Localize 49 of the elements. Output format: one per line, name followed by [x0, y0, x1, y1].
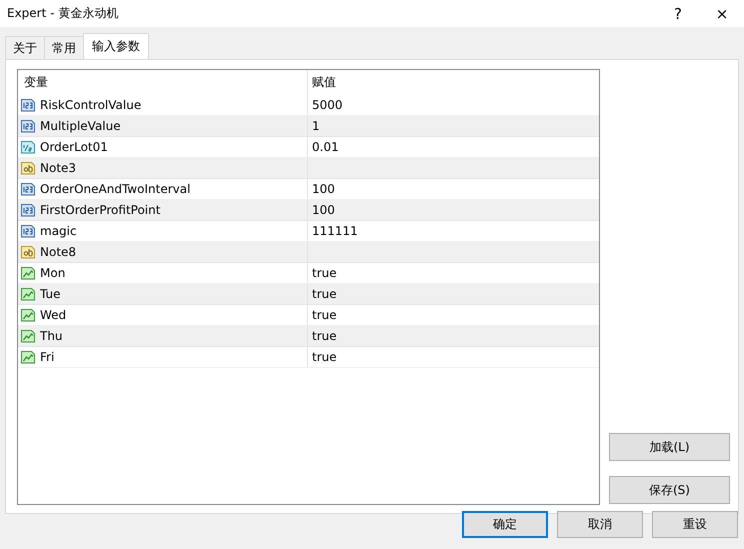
parameter-name: Mon — [40, 266, 66, 280]
help-button[interactable]: ? — [656, 4, 700, 22]
parameter-name: Note3 — [40, 161, 76, 175]
integer-type-icon — [20, 202, 36, 218]
parameter-name: Fri — [40, 350, 54, 364]
dialog-button[interactable]: 取消 — [557, 511, 643, 538]
parameter-value[interactable]: true — [312, 329, 337, 343]
parameter-value[interactable]: true — [312, 287, 337, 301]
window-title: Expert - 黄金永动机 — [7, 5, 120, 22]
tab[interactable]: 关于 — [5, 36, 45, 59]
parameter-value[interactable]: 0.01 — [312, 140, 339, 154]
integer-type-icon — [20, 181, 36, 197]
parameter-name: Wed — [40, 308, 66, 322]
chart-type-icon — [20, 307, 36, 323]
parameter-name: Thu — [40, 329, 63, 343]
parameter-value[interactable]: 1 — [312, 119, 320, 133]
parameter-name: Note8 — [40, 245, 76, 259]
parameter-name: MultipleValue — [40, 119, 121, 133]
chart-type-icon — [20, 328, 36, 344]
parameter-value[interactable]: 100 — [312, 203, 335, 217]
parameter-name: FirstOrderProfitPoint — [40, 203, 160, 217]
parameter-value[interactable]: 111111 — [312, 224, 358, 238]
column-header[interactable]: 变量 — [24, 74, 48, 91]
integer-type-icon — [20, 97, 36, 113]
tab[interactable]: 输入参数 — [83, 33, 149, 59]
parameter-name: Tue — [40, 287, 60, 301]
parameter-name: RiskControlValue — [40, 98, 142, 112]
parameter-name: magic — [40, 224, 77, 238]
parameter-name: OrderOneAndTwoInterval — [40, 182, 190, 196]
integer-type-icon — [20, 118, 36, 134]
side-button[interactable]: 保存(S) — [609, 476, 730, 504]
side-button[interactable]: 加载(L) — [609, 433, 730, 461]
column-header[interactable]: 赋值 — [312, 75, 336, 89]
parameter-value[interactable]: true — [312, 350, 337, 364]
chart-type-icon — [20, 349, 36, 365]
text-type-icon — [20, 160, 36, 176]
dialog-button[interactable]: 重设 — [652, 511, 738, 538]
chart-type-icon — [20, 265, 36, 281]
close-button[interactable]: × — [700, 4, 744, 22]
chart-type-icon — [20, 286, 36, 302]
parameter-value[interactable]: true — [312, 308, 337, 322]
parameter-value[interactable]: 5000 — [312, 98, 343, 112]
dialog-button[interactable]: 确定 — [462, 511, 548, 538]
parameter-value[interactable]: 100 — [312, 182, 335, 196]
parameter-value[interactable]: true — [312, 266, 337, 280]
parameter-name: OrderLot01 — [40, 140, 108, 154]
integer-type-icon — [20, 223, 36, 239]
text-type-icon — [20, 244, 36, 260]
fraction-type-icon — [20, 139, 36, 155]
